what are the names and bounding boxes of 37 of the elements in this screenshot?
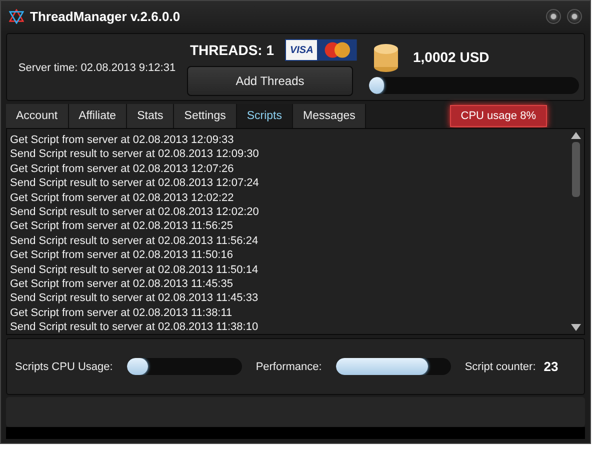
log-entry: Get Script from server at 02.08.2013 12:02:22 xyxy=(10,190,235,206)
scroll-down-icon[interactable] xyxy=(571,324,581,331)
log-entry: Get Script from server at 02.08.2013 12:07:26 xyxy=(10,162,235,176)
window-title: ThreadManager v.2.6.0.0 xyxy=(30,8,180,24)
log-entry: Send Script result to server at 02.08.2013 12:02:20 xyxy=(10,205,260,220)
tab[interactable]: Settings xyxy=(174,104,237,128)
log-entry: Send Script result to server at 02.08.2013 11:50:14 xyxy=(10,262,260,278)
server-time: Server time: 02.08.2013 9:12:31 xyxy=(17,62,177,74)
performance-label: Performance: xyxy=(256,360,322,372)
log-entry: Get Script from server at 02.08.2013 11:50:16 xyxy=(10,248,234,263)
tab[interactable]: Affiliate xyxy=(68,104,128,128)
log-entry: Send Script result to server at 02.08.2013 12:07:24 xyxy=(10,176,260,191)
mastercard-icon xyxy=(318,39,358,61)
log-entry: Send Script result to server at 02.08.2013 11:38:10 xyxy=(10,320,260,334)
threads-count: THREADS: 1 xyxy=(189,42,276,58)
log-entry: Get Script from server at 02.08.2013 11:38:11 xyxy=(10,306,234,320)
scroll-up-icon[interactable] xyxy=(571,132,581,139)
script-counter: 23 xyxy=(544,359,558,374)
log-entry: Get Script from server at 02.08.2013 11:45:35 xyxy=(10,277,234,292)
visa-card-icon: VISA xyxy=(285,39,318,61)
log-entry: Get Script from server at 02.08.2013 12:09:33 xyxy=(10,133,235,148)
cpu-usage-tooltip: CPU usage 8% xyxy=(450,105,547,127)
scripts-cpu-label: Scripts CPU Usage: xyxy=(15,360,113,372)
log-entry: Send Script result to server at 02.08.2013 11:45:33 xyxy=(10,291,260,306)
log-entry: Send Script result to server at 02.08.2013 11:56:24 xyxy=(10,234,260,248)
tab[interactable]: Messages xyxy=(293,104,366,128)
script-counter-label: Script counter: xyxy=(464,360,536,372)
close-button[interactable] xyxy=(567,8,582,24)
scrollbar-thumb[interactable] xyxy=(572,142,580,197)
balance: 1,0002 USD xyxy=(413,48,490,64)
minimize-button[interactable] xyxy=(546,8,561,24)
add-threads-button[interactable]: Add Threads xyxy=(187,66,353,96)
tab[interactable]: Stats xyxy=(127,104,174,128)
log-entry: Get Script from server at 02.08.2013 11:56:25 xyxy=(10,219,234,234)
star-logo-icon xyxy=(9,8,24,24)
log-entry: Send Script result to server at 02.08.2013 12:09:30 xyxy=(10,147,260,162)
tab[interactable]: Account xyxy=(6,104,69,128)
